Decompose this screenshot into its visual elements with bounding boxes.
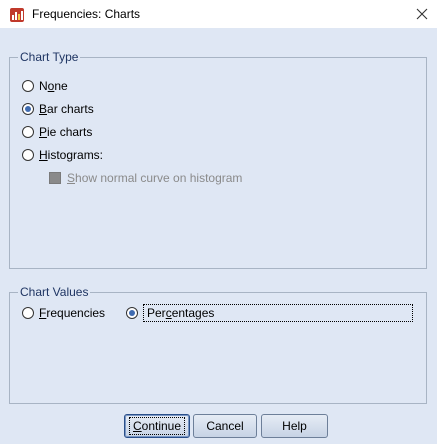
radio-histograms[interactable]: Histograms: xyxy=(22,147,103,163)
title-bar[interactable]: Frequencies: Charts xyxy=(0,0,437,28)
radio-frequencies-circle[interactable] xyxy=(22,307,34,319)
radio-percentages-label: Percentages xyxy=(143,304,413,322)
radio-none[interactable]: None xyxy=(22,78,68,94)
radio-pie-charts[interactable]: Pie charts xyxy=(22,124,92,140)
cancel-button-label: Cancel xyxy=(206,419,244,433)
radio-none-circle[interactable] xyxy=(22,80,34,92)
radio-frequencies[interactable]: Frequencies xyxy=(22,305,105,321)
dialog-window: Frequencies: Charts Chart Type None Bar … xyxy=(0,0,437,444)
chart-type-legend: Chart Type xyxy=(18,50,81,64)
window-title: Frequencies: Charts xyxy=(32,7,141,21)
radio-histograms-label: Histograms: xyxy=(39,148,104,162)
radio-pie-charts-circle[interactable] xyxy=(22,126,34,138)
radio-bar-charts-label: Bar charts xyxy=(39,102,94,116)
normal-curve-label: Show normal curve on histogram xyxy=(67,171,243,185)
radio-percentages[interactable]: Percentages xyxy=(126,304,413,322)
spss-app-icon xyxy=(10,8,24,22)
radio-histograms-circle[interactable] xyxy=(22,149,34,161)
checkbox-normal-curve[interactable]: Show normal curve on histogram xyxy=(49,170,242,186)
radio-bar-charts-circle[interactable] xyxy=(22,103,34,115)
radio-percentages-circle[interactable] xyxy=(126,307,138,319)
chart-type-group: Chart Type None Bar charts Pie charts Hi… xyxy=(9,50,427,269)
help-button-label: Help xyxy=(282,419,307,433)
chart-values-group: Chart Values Frequencies Percentages xyxy=(9,285,427,404)
continue-button[interactable]: Continue xyxy=(124,414,190,438)
close-button[interactable] xyxy=(407,0,437,28)
radio-pie-charts-label: Pie charts xyxy=(39,125,93,139)
help-button[interactable]: Help xyxy=(261,414,328,438)
radio-none-label: None xyxy=(39,79,68,93)
close-icon xyxy=(416,8,428,20)
radio-frequencies-label: Frequencies xyxy=(39,306,106,320)
continue-button-label: Continue xyxy=(128,417,186,435)
normal-curve-checkbox[interactable] xyxy=(49,172,61,184)
cancel-button[interactable]: Cancel xyxy=(193,414,257,438)
radio-bar-charts[interactable]: Bar charts xyxy=(22,101,94,117)
chart-values-legend: Chart Values xyxy=(18,285,91,299)
